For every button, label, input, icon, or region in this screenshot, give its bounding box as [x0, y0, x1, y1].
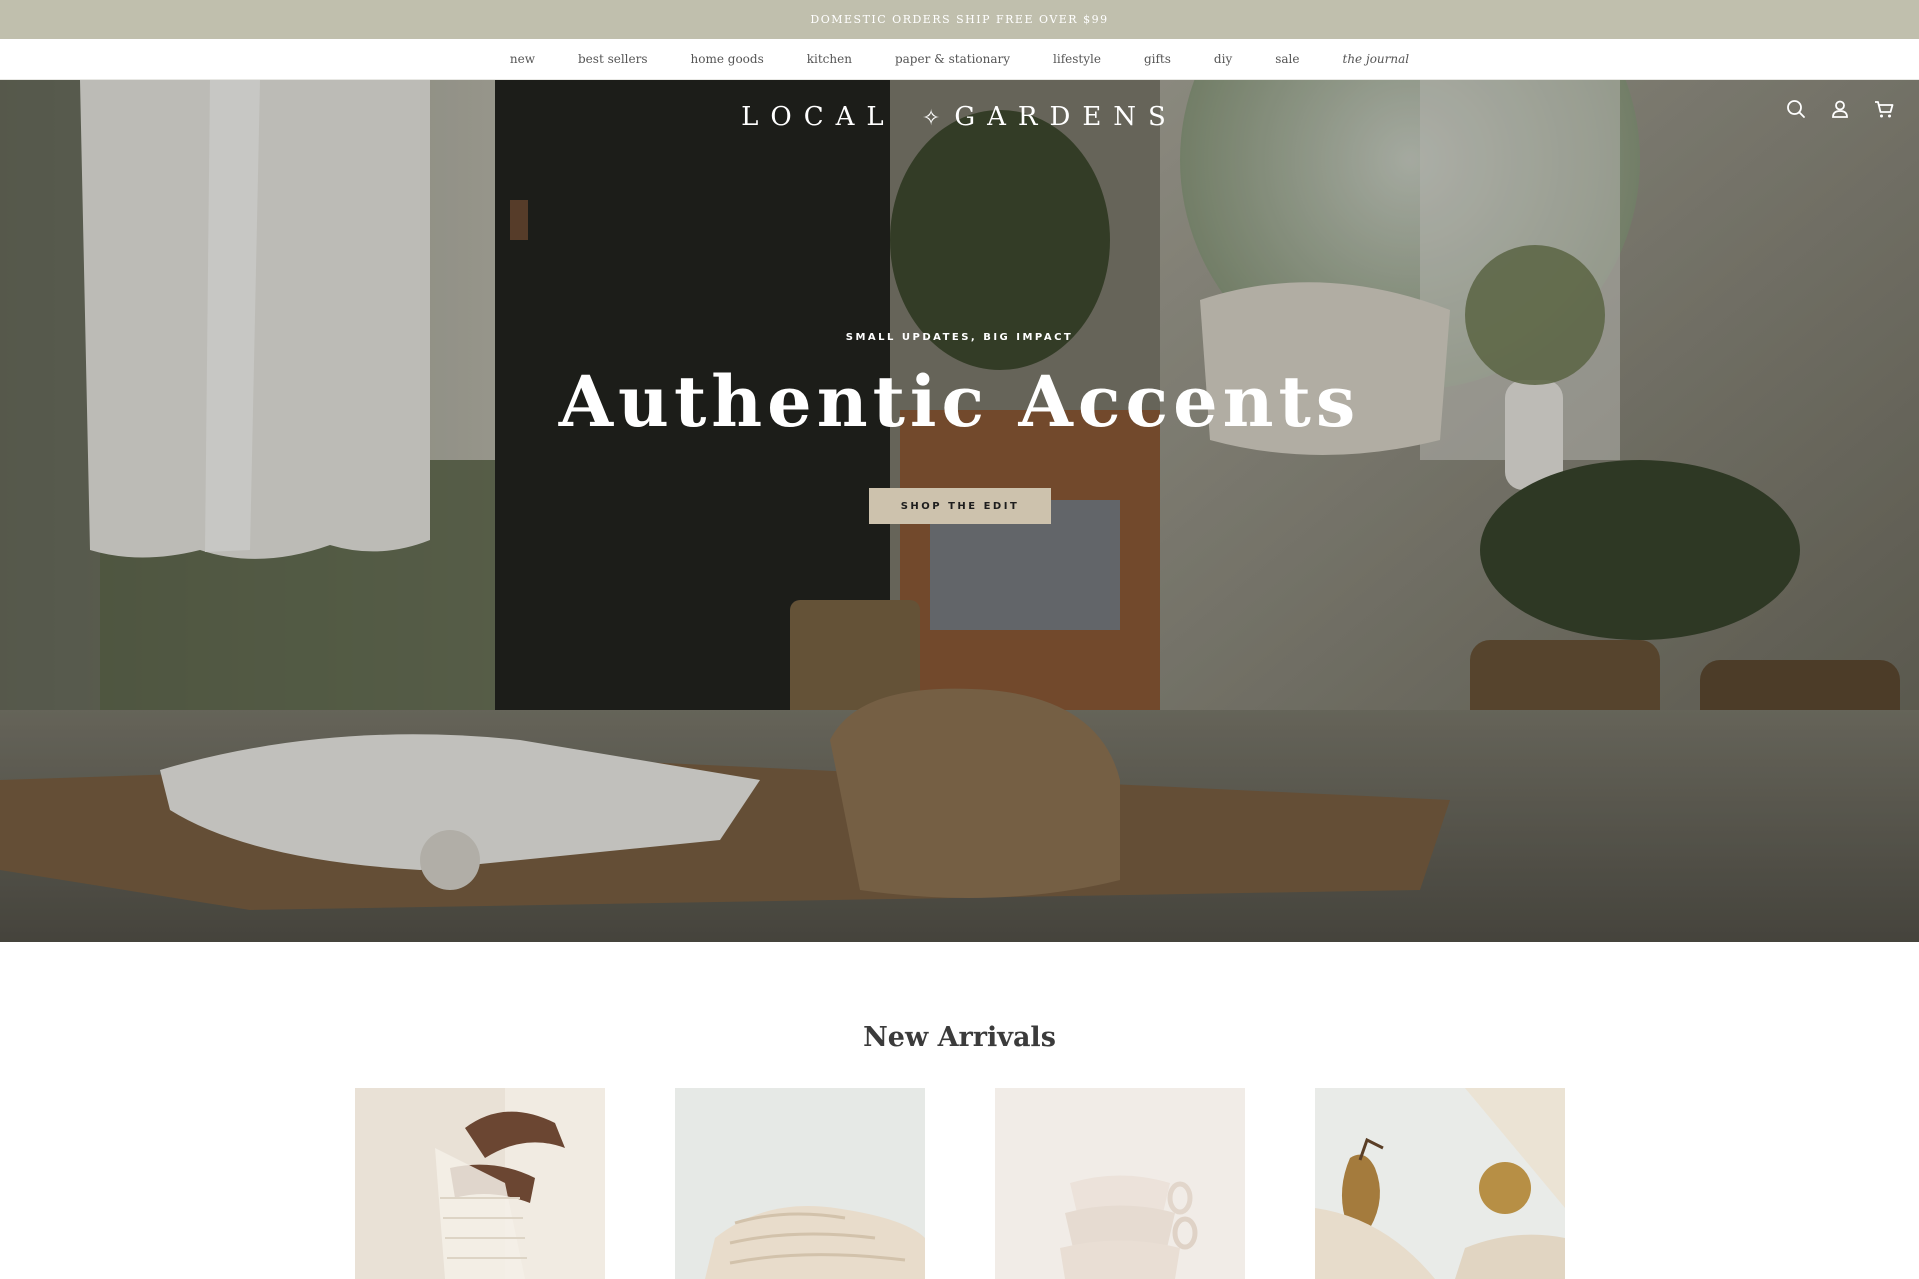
account-icon[interactable] — [1829, 98, 1851, 120]
announcement-bar: DOMESTIC ORDERS SHIP FREE OVER $99 — [0, 0, 1919, 39]
hero-eyebrow: SMALL UPDATES, BIG IMPACT — [845, 332, 1074, 343]
product-card[interactable] — [995, 1088, 1245, 1279]
nav-item-gifts[interactable]: gifts — [1144, 52, 1171, 66]
hero-title: Authentic Accents — [558, 360, 1361, 443]
nav-item-new[interactable]: new — [510, 52, 535, 66]
product-image[interactable] — [1315, 1088, 1565, 1279]
nav-item-sale[interactable]: sale — [1275, 52, 1299, 66]
product-image[interactable] — [675, 1088, 925, 1279]
product-image[interactable] — [995, 1088, 1245, 1279]
site-logo[interactable]: LOCAL ✧ GARDENS — [0, 102, 1919, 132]
nav-item-the-journal[interactable]: the journal — [1343, 52, 1410, 66]
product-image[interactable] — [355, 1088, 605, 1279]
hero-banner: LOCAL ✧ GARDENS SMALL UPDATES, BIG IMPACT… — [0, 80, 1919, 942]
nav-item-kitchen[interactable]: kitchen — [807, 52, 852, 66]
product-card[interactable] — [1315, 1088, 1565, 1279]
new-arrivals-grid — [355, 1088, 1565, 1279]
logo-text-left: LOCAL — [741, 102, 896, 132]
shop-the-edit-button[interactable]: SHOP THE EDIT — [869, 488, 1051, 524]
nav-item-paper-stationary[interactable]: paper & stationary — [895, 52, 1010, 66]
main-nav: new best sellers home goods kitchen pape… — [0, 39, 1919, 80]
logo-text-right: GARDENS — [954, 102, 1178, 132]
nav-item-lifestyle[interactable]: lifestyle — [1053, 52, 1101, 66]
cart-icon[interactable] — [1873, 98, 1895, 120]
search-icon[interactable] — [1785, 98, 1807, 120]
sparkle-star-icon: ✧ — [921, 106, 941, 131]
nav-item-home-goods[interactable]: home goods — [691, 52, 764, 66]
product-card[interactable] — [675, 1088, 925, 1279]
nav-item-diy[interactable]: diy — [1214, 52, 1232, 66]
nav-item-best-sellers[interactable]: best sellers — [578, 52, 648, 66]
new-arrivals-title: New Arrivals — [863, 1022, 1056, 1053]
announcement-text: DOMESTIC ORDERS SHIP FREE OVER $99 — [810, 13, 1109, 26]
product-card[interactable] — [355, 1088, 605, 1279]
header-icons — [1785, 98, 1895, 120]
